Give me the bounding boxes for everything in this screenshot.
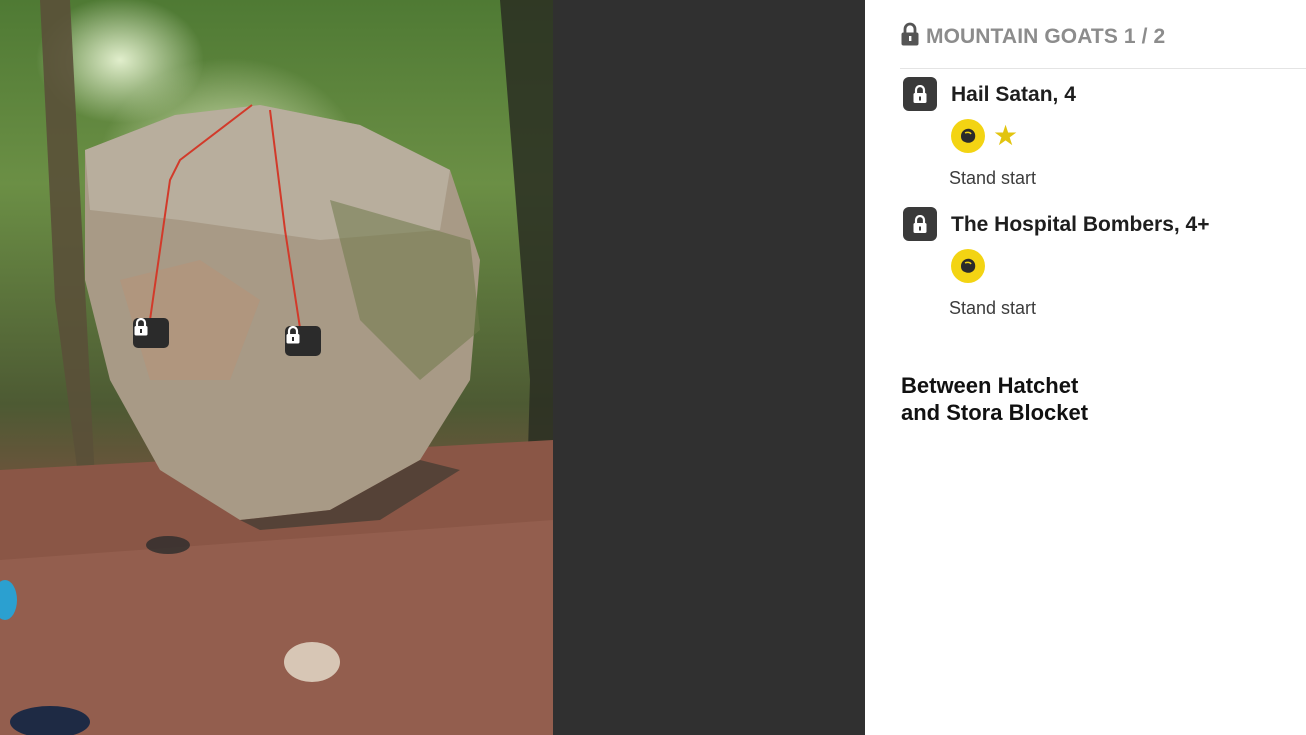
lock-icon <box>900 22 920 51</box>
boulder-header: MOUNTAIN GOATS 1 / 2 <box>900 20 1306 69</box>
photo-illustration <box>0 0 553 735</box>
dark-side-panel <box>553 0 865 735</box>
boulder-title: MOUNTAIN GOATS 1 / 2 <box>926 25 1166 48</box>
hold-icon <box>951 119 985 153</box>
problem-badges: ★ <box>951 119 1018 153</box>
location-text: Between Hatchet and Stora Blocket <box>901 373 1089 425</box>
lock-icon <box>903 77 937 111</box>
problem-name: The Hospital Bombers, 4+ <box>951 213 1210 236</box>
route-pin-1[interactable] <box>133 318 169 348</box>
boulder-photo <box>0 0 553 735</box>
hold-icon <box>951 249 985 283</box>
problem-badges <box>951 249 985 283</box>
route-pin-2[interactable] <box>285 326 321 356</box>
problem-description: Stand start <box>949 168 1037 188</box>
boulder-info-panel: MOUNTAIN GOATS 1 / 2 Hail Satan, 4 ★ Sta… <box>865 0 1306 735</box>
lock-icon <box>903 207 937 241</box>
star-icon: ★ <box>993 119 1019 152</box>
problem-name: Hail Satan, 4 <box>951 83 1076 106</box>
problem-description: Stand start <box>949 298 1037 318</box>
